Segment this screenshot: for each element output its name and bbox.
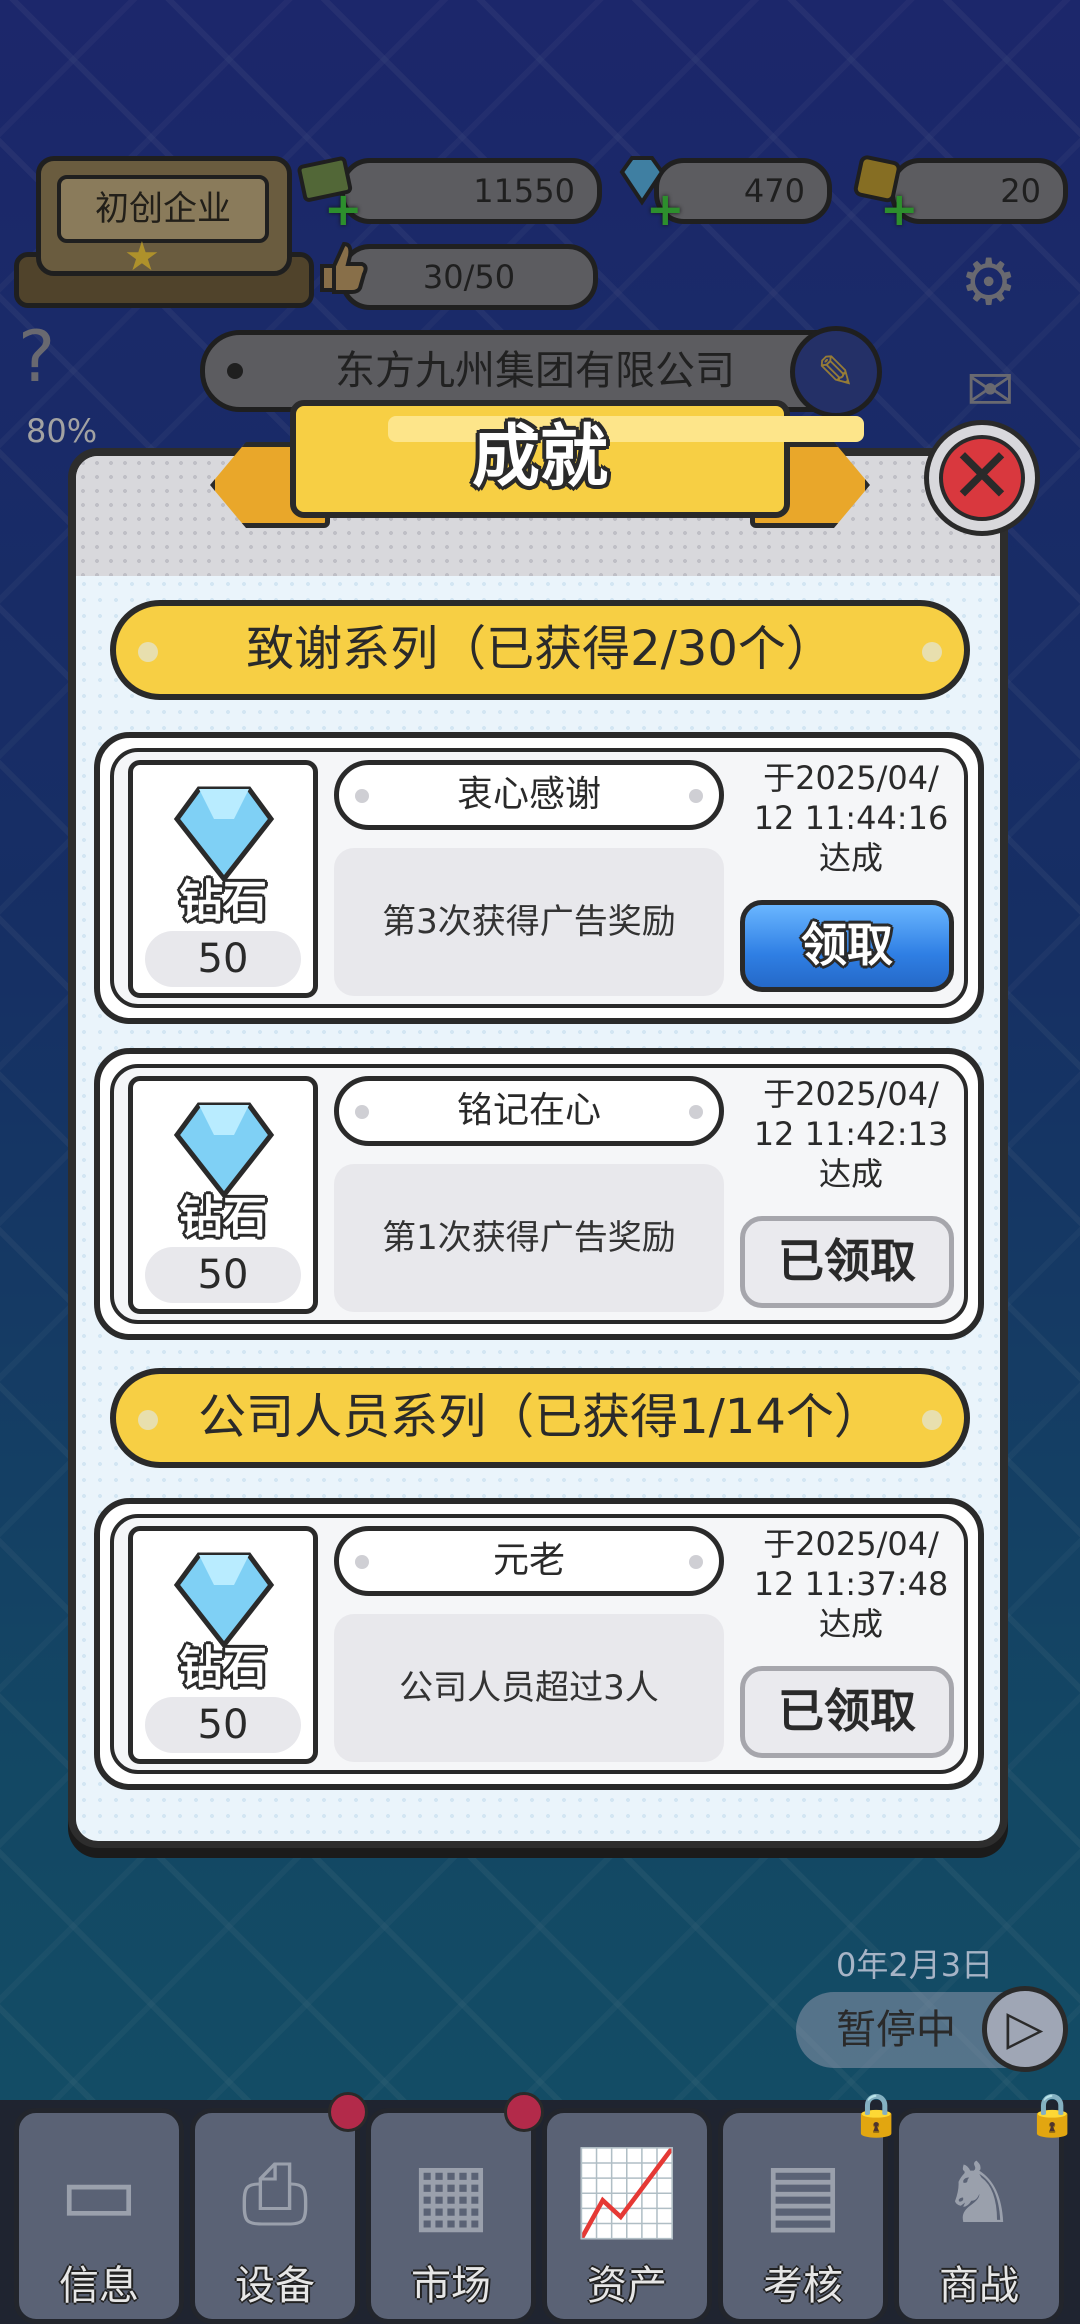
monitor-icon: ▭ [59,2144,139,2242]
documents-icon: ▤ [763,2144,843,2242]
achievement-card: 钻石 50 元老 公司人员超过3人 于2025/04/ 12 11:37:48 … [94,1498,984,1790]
notification-badge [504,2092,544,2132]
title-dot-right [689,789,703,803]
achievement-title: 元老 [492,1540,565,1581]
series-heading-thanks: 致谢系列（已获得2/30个） [110,600,970,700]
achievement-title: 铭记在心 [456,1090,601,1131]
series-heading-staff: 公司人员系列（已获得1/14个） [110,1368,970,1468]
heading-dot-left [138,1410,158,1430]
title-dot-left [355,789,369,803]
achievement-card: 钻石 50 衷心感谢 第3次获得广告奖励 于2025/04/ 12 11:44:… [94,732,984,1024]
claimed-button[interactable]: 已领取 [740,1216,954,1308]
achievement-title-pill: 元老 [334,1526,724,1596]
claim-button[interactable]: 领取 [740,900,954,992]
printer-icon: ⎙ [241,2144,309,2242]
heading-dot-right [922,1410,942,1430]
nav-business-war[interactable]: ♞ 商战 [894,2108,1064,2324]
date-line-3: 达成 [818,1605,883,1643]
date-line-3: 达成 [818,1155,883,1193]
date-line-1: 于2025/04/ [763,759,939,797]
chart-icon: 📈 [574,2144,680,2242]
reward-box: 钻石 50 [128,760,318,998]
claimed-button[interactable]: 已领取 [740,1666,954,1758]
reward-box: 钻石 50 [128,1526,318,1764]
title-dot-left [355,1105,369,1119]
nav-label: 考核 [763,2263,843,2309]
nav-review[interactable]: ▤ 考核 [718,2108,888,2324]
nav-label: 市场 [411,2263,491,2309]
close-button[interactable]: ✕ [924,420,1040,536]
notification-badge [328,2092,368,2132]
game-date: 0年2月3日 [836,1946,994,1984]
nav-market[interactable]: ▦ 市场 [366,2108,536,2324]
title-dot-right [689,1555,703,1569]
achievement-description: 公司人员超过3人 [334,1614,724,1762]
reward-amount: 50 [145,1697,301,1753]
achievement-title: 衷心感谢 [456,774,601,815]
title-dot-right [689,1105,703,1119]
date-line-3: 达成 [818,839,883,877]
achievement-title-pill: 衷心感谢 [334,760,724,830]
modal-title-plate: 成就 [290,400,864,518]
chess-icon: ♞ [941,2144,1017,2242]
title-dot-left [355,1555,369,1569]
reward-name: 钻石 [179,1642,267,1693]
play-button[interactable]: ▷ [982,1986,1068,2072]
achievement-title-pill: 铭记在心 [334,1076,724,1146]
reward-name: 钻石 [179,876,267,927]
nav-label: 商战 [939,2263,1019,2309]
nav-label: 信息 [59,2263,139,2309]
series-heading-label: 致谢系列（已获得2/30个） [246,621,834,677]
achieved-date: 于2025/04/ 12 11:44:16 达成 [740,758,962,878]
buildings-icon: ▦ [411,2144,491,2242]
date-line-2: 12 11:42:13 [753,1115,949,1153]
close-icon: ✕ [939,435,1025,521]
nav-label: 资产 [587,2263,667,2309]
title-ribbon: 成就 [210,400,870,530]
nav-equipment[interactable]: ⎙ 设备 [190,2108,360,2324]
date-line-1: 于2025/04/ [763,1525,939,1563]
heading-dot-left [138,642,158,662]
reward-amount: 50 [145,1247,301,1303]
achieved-date: 于2025/04/ 12 11:37:48 达成 [740,1524,962,1644]
date-line-1: 于2025/04/ [763,1075,939,1113]
nav-info[interactable]: ▭ 信息 [14,2108,184,2324]
achievement-description: 第3次获得广告奖励 [334,848,724,996]
reward-box: 钻石 50 [128,1076,318,1314]
achievement-description: 第1次获得广告奖励 [334,1164,724,1312]
date-line-2: 12 11:37:48 [753,1565,949,1603]
nav-assets[interactable]: 📈 资产 [542,2108,712,2324]
date-line-2: 12 11:44:16 [753,799,949,837]
series-heading-label: 公司人员系列（已获得1/14个） [198,1389,882,1445]
reward-name: 钻石 [179,1192,267,1243]
reward-amount: 50 [145,931,301,987]
heading-dot-right [922,642,942,662]
modal-title: 成就 [471,418,608,497]
nav-label: 设备 [235,2263,315,2309]
achievement-card: 钻石 50 铭记在心 第1次获得广告奖励 于2025/04/ 12 11:42:… [94,1048,984,1340]
ribbon-shine [388,416,864,442]
achieved-date: 于2025/04/ 12 11:42:13 达成 [740,1074,962,1194]
lock-icon: 🔒 [1026,2090,1079,2139]
